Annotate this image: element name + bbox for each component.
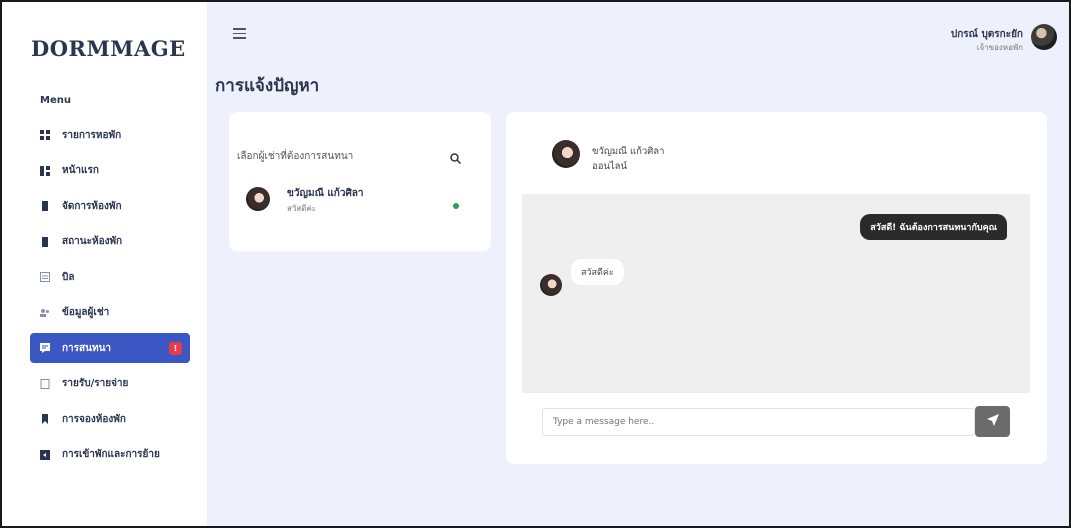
sidebar-item-label: จัดการห้องพัก [62,200,122,212]
chat-contact-status: ออนไลน์ [592,161,627,172]
users-icon [40,308,50,318]
chat-contact-name: ขวัญมณี แก้วศิลา [592,146,665,157]
online-status-dot [453,203,459,209]
brand-logo[interactable]: DORMMAGE [31,36,186,61]
message-input[interactable] [542,408,975,436]
main-content: ปกรณ์ บุตรกะยัก เจ้าของหอพัก การแจ้งปัญห… [207,2,1069,526]
contact-last-message: สวัสดีค่ะ [287,204,317,213]
sidebar-item-label: การสนทนา [62,342,112,354]
sidebar-item-label: รายการหอพัก [62,129,122,141]
grid-icon [40,130,50,140]
chat-icon [40,343,50,353]
avatar [552,140,580,168]
avatar [246,187,270,211]
sidebar-item-checkin-move[interactable]: การเข้าพักและการย้าย [30,440,190,470]
user-role: เจ้าของหอพัก [976,43,1023,52]
menu-title: Menu [40,95,71,106]
search-icon[interactable] [450,149,462,165]
sidebar-item-booking[interactable]: การจองห้องพัก [30,404,190,434]
page-title: การแจ้งปัญหา [215,76,320,96]
sidebar-item-manage-rooms[interactable]: จัดการห้องพัก [30,191,190,221]
sidebar-item-label: สถานะห้องพัก [62,236,123,247]
contact-name: ขวัญมณี แก้วศิลา [287,188,364,199]
sidebar-item-label: การจองห้องพัก [62,413,126,425]
sidebar-item-label: การเข้าพักและการย้าย [62,449,160,460]
send-button[interactable] [975,406,1010,437]
bill-icon [40,272,50,282]
sidebar-item-label: บิล [62,271,75,283]
sidebar-item-label: ข้อมูลผู้เช่า [62,307,110,318]
dashboard-icon [40,165,50,176]
sidebar-item-room-status[interactable]: สถานะห้องพัก [30,227,190,257]
outgoing-message: สวัสดี! ฉันต้องการสนทนากับคุณ [860,214,1007,240]
bookmark-icon [40,414,50,424]
avatar[interactable] [1031,24,1057,50]
move-icon [40,449,50,460]
clipboard-icon [40,378,50,389]
sidebar-item-label: หน้าแรก [62,165,99,176]
avatar [540,274,562,296]
door-icon [40,201,50,211]
chat-panel: ขวัญมณี แก้วศิลา ออนไลน์ สวัสดี! ฉันต้อง… [506,112,1047,464]
contacts-card: เลือกผู้เช่าที่ต้องการสนทนา ขวัญมณี แก้ว… [229,112,491,251]
sidebar-item-tenant-info[interactable]: ข้อมูลผู้เช่า [30,298,190,328]
message-area[interactable]: สวัสดี! ฉันต้องการสนทนากับคุณ สวัสดีค่ะ [522,194,1030,393]
incoming-message: สวัสดีค่ะ [571,259,624,285]
door-status-icon [40,236,50,247]
sidebar-item-home[interactable]: หน้าแรก [30,156,190,186]
contact-search-label: เลือกผู้เช่าที่ต้องการสนทนา [237,151,354,162]
send-icon [986,414,999,429]
user-name: ปกรณ์ บุตรกะยัก [950,29,1023,40]
sidebar: DORMMAGE Menu รายการหอพัก หน้าแรก จัดการ… [2,2,207,526]
hamburger-menu-icon[interactable] [233,28,246,39]
sidebar-item-income-expense[interactable]: รายรับ/รายจ่าย [30,369,190,399]
sidebar-nav: รายการหอพัก หน้าแรก จัดการห้องพัก สถานะห… [30,120,190,475]
sidebar-item-chat[interactable]: การสนทนา ! [30,333,190,363]
sidebar-item-dorm-list[interactable]: รายการหอพัก [30,120,190,150]
sidebar-item-bill[interactable]: บิล [30,262,190,292]
sidebar-item-label: รายรับ/รายจ่าย [62,378,129,389]
notification-badge: ! [169,342,182,355]
